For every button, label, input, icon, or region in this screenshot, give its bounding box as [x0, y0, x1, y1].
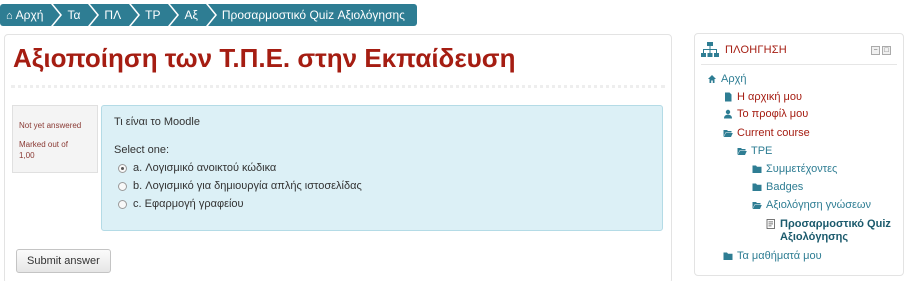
- breadcrumb-label: ΤΡ: [145, 8, 161, 22]
- breadcrumb-item-home[interactable]: ⌂ Αρχή: [0, 4, 64, 26]
- answer-label[interactable]: c. Εφαρμογή γραφείου: [133, 198, 244, 210]
- home-icon: ⌂: [6, 10, 13, 22]
- nav-item-label[interactable]: Προσαρμοστικό Quiz Αξιολόγησης: [780, 218, 892, 244]
- answer-prompt: Select one:: [114, 144, 170, 156]
- folder-icon: [723, 252, 733, 260]
- dock-icon[interactable]: □: [882, 46, 891, 55]
- collapse-icon[interactable]: −: [871, 46, 880, 55]
- nav-item-label[interactable]: Τα μαθήματά μου: [737, 250, 822, 262]
- question-marked-label: Marked out of: [19, 140, 68, 149]
- divider: [11, 85, 665, 88]
- navigation-block: ΠΛΟΗΓΗΣΗ − □ Αρχή Η αρχική μου Το προφίλ…: [694, 33, 904, 276]
- breadcrumb-label: Προσαρμοστικό Quiz Αξιολόγησης: [221, 8, 405, 22]
- submit-answer-button[interactable]: Submit answer: [16, 249, 111, 273]
- folder-icon: [752, 165, 762, 173]
- nav-item-label[interactable]: Current course: [737, 127, 810, 139]
- quiz-icon: [766, 219, 775, 229]
- nav-item-label[interactable]: Συμμετέχοντες: [766, 163, 837, 175]
- block-controls: − □: [871, 46, 891, 55]
- folder-open-icon: [737, 148, 747, 155]
- question-grade: 1,00: [19, 151, 35, 160]
- answer-label[interactable]: b. Λογισμικό για δημιουργία απλής ιστοσε…: [133, 180, 362, 192]
- breadcrumb-item-quiz[interactable]: Προσαρμοστικό Quiz Αξιολόγησης: [207, 4, 417, 26]
- nav-item-badges[interactable]: Badges: [752, 181, 803, 193]
- breadcrumb-label: Τα: [67, 8, 81, 22]
- question-state: Not yet answered: [19, 121, 82, 130]
- page-icon: [725, 92, 732, 102]
- nav-item-participants[interactable]: Συμμετέχοντες: [752, 163, 837, 175]
- folder-icon: [752, 183, 762, 191]
- navigation-title: ΠΛΟΗΓΗΣΗ: [725, 44, 787, 56]
- nav-item-current-course[interactable]: Current course: [723, 127, 810, 139]
- answer-option-b[interactable]: b. Λογισμικό για δημιουργία απλής ιστοσε…: [114, 180, 650, 192]
- answer-label[interactable]: a. Λογισμικό ανοικτού κώδικα: [133, 162, 276, 174]
- nav-item-label[interactable]: TPE: [751, 145, 772, 157]
- radio-c[interactable]: [118, 199, 127, 209]
- radio-b[interactable]: [118, 181, 127, 191]
- breadcrumb: ⌂ Αρχή Τα ΠΛ ΤΡ Αξ Προσαρμοστικό Quiz Αξι…: [0, 4, 419, 26]
- folder-open-icon: [752, 202, 762, 209]
- nav-item-tpe[interactable]: TPE: [737, 145, 772, 157]
- nav-item-assessment[interactable]: Αξιολόγηση γνώσεων: [752, 199, 871, 211]
- nav-item-label[interactable]: Badges: [766, 181, 803, 193]
- nav-item-home[interactable]: Αρχή: [707, 73, 747, 85]
- question-text: Τι είναι το Moodle: [114, 116, 200, 128]
- nav-item-my-courses[interactable]: Τα μαθήματά μου: [723, 250, 822, 262]
- breadcrumb-label: ΠΛ: [104, 8, 122, 22]
- sitemap-icon: [701, 42, 719, 57]
- answer-option-c[interactable]: c. Εφαρμογή γραφείου: [114, 198, 650, 210]
- nav-item-label[interactable]: Το προφίλ μου: [737, 108, 808, 120]
- divider: [701, 64, 897, 65]
- page-title: Αξιοποίηση των Τ.Π.Ε. στην Εκπαίδευση: [13, 43, 516, 73]
- user-icon: [724, 109, 732, 119]
- nav-item-label[interactable]: Η αρχική μου: [737, 91, 802, 103]
- nav-item-quiz-active[interactable]: Προσαρμοστικό Quiz Αξιολόγησης: [766, 218, 892, 244]
- question-info: Not yet answered Marked out of 1,00: [12, 105, 98, 173]
- navigation-header: ΠΛΟΗΓΗΣΗ: [701, 40, 787, 60]
- home-icon: [708, 75, 716, 83]
- nav-item-label[interactable]: Αξιολόγηση γνώσεων: [766, 199, 871, 211]
- nav-item-my-home[interactable]: Η αρχική μου: [723, 91, 802, 103]
- nav-item-label[interactable]: Αρχή: [721, 73, 747, 85]
- breadcrumb-label: Αρχή: [15, 8, 44, 22]
- answer-option-a[interactable]: a. Λογισμικό ανοικτού κώδικα: [114, 162, 650, 174]
- folder-open-icon: [723, 130, 733, 137]
- main-region: Αξιοποίηση των Τ.Π.Ε. στην Εκπαίδευση No…: [4, 34, 672, 281]
- radio-a[interactable]: [118, 163, 127, 173]
- breadcrumb-label: Αξ: [184, 8, 198, 22]
- question-content: Τι είναι το Moodle Select one: a. Λογισμ…: [101, 105, 663, 231]
- nav-item-profile[interactable]: Το προφίλ μου: [723, 108, 808, 120]
